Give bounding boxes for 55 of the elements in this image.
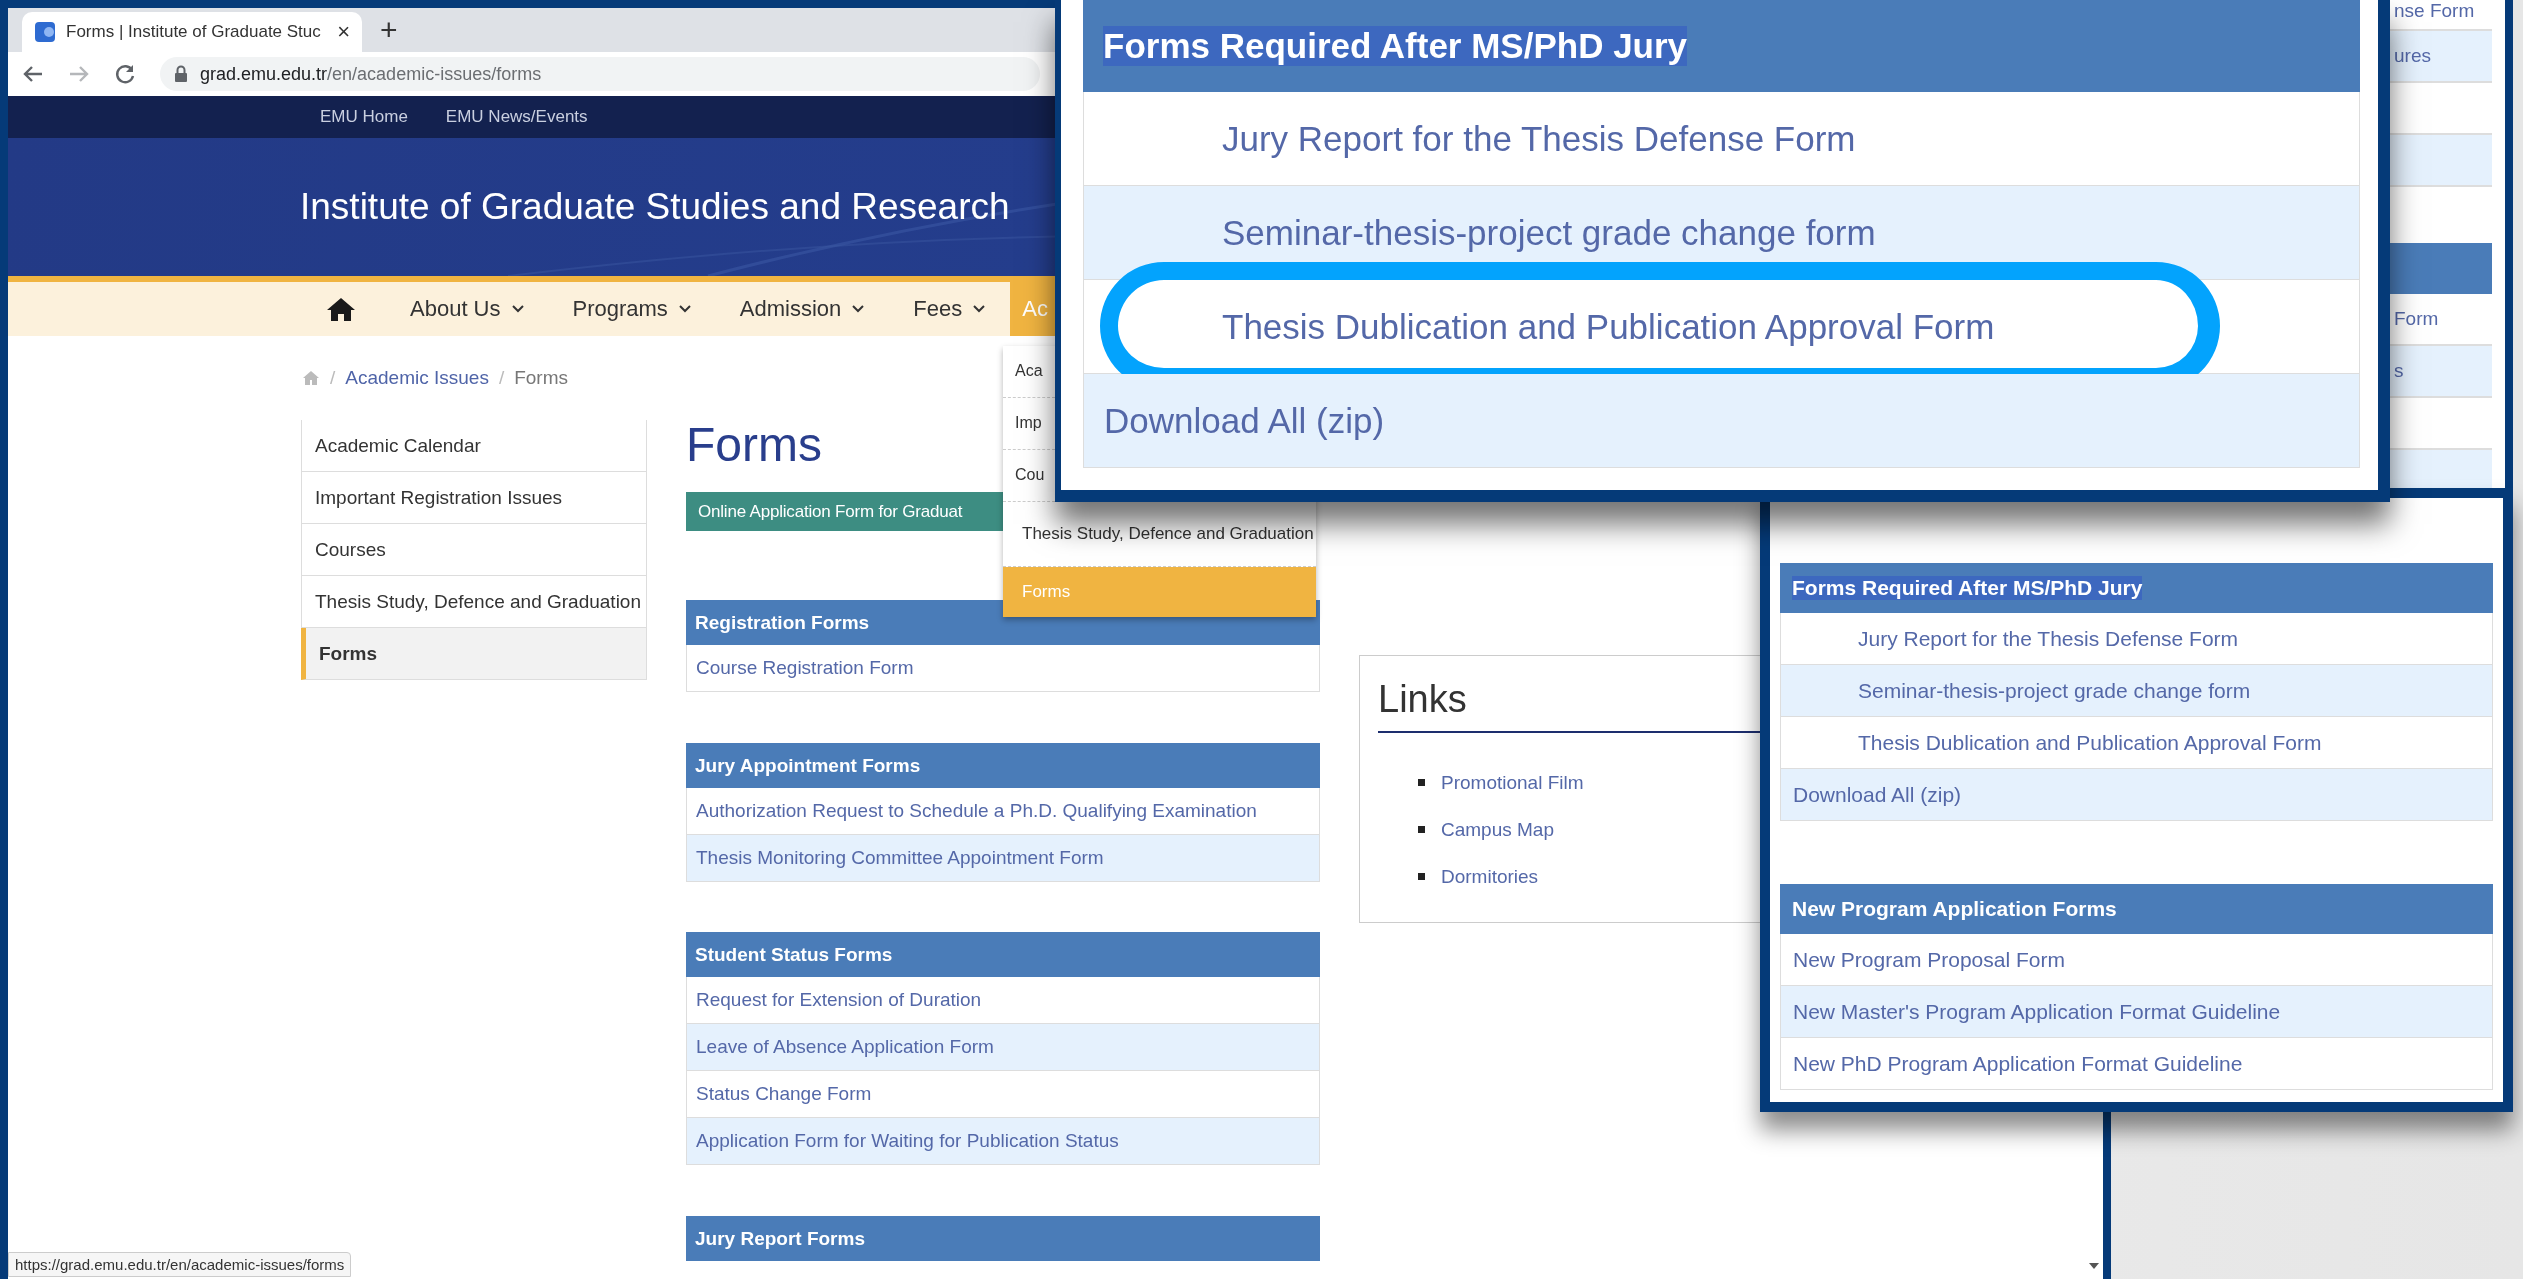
breadcrumb-current: Forms [514,367,568,389]
new-tab-button[interactable]: + [380,12,398,48]
close-tab-button[interactable]: × [337,19,350,45]
form-link[interactable]: New PhD Program Application Format Guideline [1780,1038,2493,1090]
caret-icon [677,304,692,314]
sidebar-item[interactable]: Forms [301,628,647,680]
nav-item[interactable]: Fees [889,282,1011,336]
bullet-icon [1418,779,1425,786]
table-header: Jury Appointment Forms [686,743,1320,788]
nav-item[interactable]: About Us [386,282,549,336]
browser-tab[interactable]: Forms | Institute of Graduate Stuc × [22,12,362,52]
home-icon[interactable] [326,296,356,322]
table-header: Jury Report Forms [686,1216,1320,1261]
breadcrumb-separator: / [498,367,505,389]
bullet-icon [1418,826,1425,833]
lock-icon [174,65,188,83]
sidebar-item[interactable]: Academic Calendar [301,420,647,472]
reload-icon[interactable] [114,63,136,85]
sidebar-item[interactable]: Important Registration Issues [301,472,647,524]
form-link[interactable]: Download All (zip) [1780,769,2493,821]
table-header: Forms Required After MS/PhD Jury [1083,0,2360,92]
link[interactable]: Promotional Film [1441,771,1584,794]
link[interactable]: Dormitories [1441,865,1539,888]
form-link[interactable]: ures [2390,31,2492,83]
top-link[interactable]: EMU News/Events [445,107,588,127]
table-header: Forms Required After MS/PhD Jury [1780,563,2493,613]
top-link[interactable]: EMU Home [320,107,408,127]
address-bar[interactable]: grad.emu.edu.tr/en/academic-issues/forms [160,57,1040,91]
favicon-icon [34,21,56,43]
caret-icon [972,304,987,314]
form-link[interactable]: Thesis Monitoring Committee Appointment Form [686,835,1320,882]
caret-icon [510,304,525,314]
form-link[interactable]: New Master's Program Application Format Guideline [1780,986,2493,1038]
form-link[interactable]: Download All (zip) [1083,374,2360,468]
link[interactable]: Campus Map [1441,818,1554,841]
bullet-icon [1418,873,1425,880]
online-application-button[interactable]: Online Application Form for Graduat [686,492,1003,531]
form-link[interactable]: Leave of Absence Application Form [686,1024,1320,1071]
page-title: Forms [686,420,822,470]
nav-item[interactable]: Programs [548,282,716,336]
site-title: Institute of Graduate Studies and Research [300,186,1010,228]
breadcrumb-link[interactable]: Academic Issues [345,367,489,389]
table-header: New Program Application Forms [1780,884,2493,934]
breadcrumb-separator: / [330,367,336,389]
form-link[interactable]: Seminar-thesis-project grade change form [1780,665,2493,717]
sidebar-item[interactable]: Courses [301,524,647,576]
nav-item[interactable]: Admission [715,282,890,336]
form-link[interactable]: s [2390,346,2492,398]
status-url: https://grad.emu.edu.tr/en/academic-issues/forms [15,1256,345,1273]
sidebar-item[interactable]: Thesis Study, Defence and Graduation [301,576,647,628]
form-link[interactable]: Course Registration Form [686,645,1320,692]
table-header: Student Status Forms [686,932,1320,977]
caret-icon [851,304,866,314]
form-link[interactable]: Application Form for Waiting for Publication Status [686,1118,1320,1165]
tab-title: Forms | Institute of Graduate Stuc [66,22,322,42]
